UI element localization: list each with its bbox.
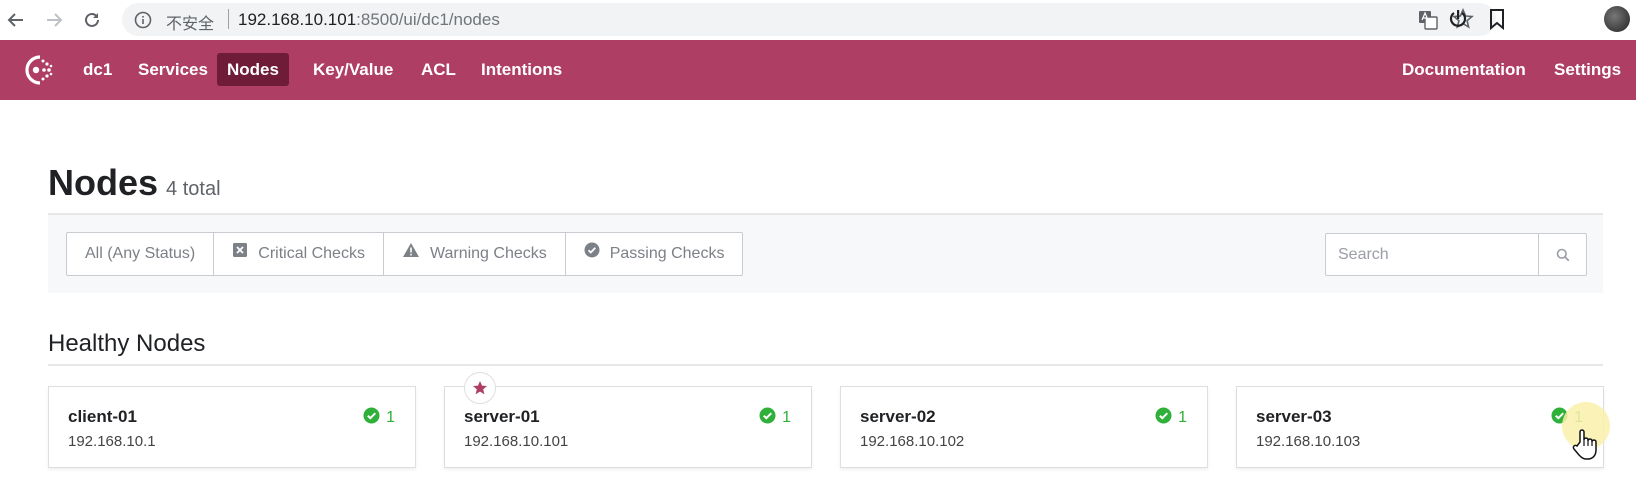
nav-services[interactable]: Services (128, 53, 218, 86)
bookmark-icon[interactable] (1488, 8, 1506, 35)
divider (228, 9, 229, 29)
passing-count: 1 (1178, 409, 1187, 426)
node-name: client-01 (68, 407, 137, 426)
leader-star-icon (464, 372, 496, 404)
node-name: server-02 (860, 407, 936, 426)
url-text[interactable]: 192.168.10.101:8500/ui/dc1/nodes (238, 10, 500, 30)
nav-settings[interactable]: Settings (1544, 53, 1631, 86)
status-filter-group: All (Any Status) Critical Checks Warning… (66, 232, 744, 276)
address-bar[interactable]: 不安全 192.168.10.101:8500/ui/dc1/nodes (122, 3, 1496, 36)
critical-icon (232, 233, 248, 275)
filter-all-label: All (Any Status) (85, 245, 196, 262)
nav-acl[interactable]: ACL (411, 53, 466, 86)
node-address: 192.168.10.102 (860, 433, 965, 450)
passing-count: 1 (782, 409, 791, 426)
check-circle-icon (1155, 407, 1172, 429)
nav-documentation[interactable]: Documentation (1392, 53, 1536, 86)
passing-count: 1 (386, 409, 395, 426)
passing-icon (584, 233, 600, 275)
warning-icon (402, 233, 420, 275)
node-address: 192.168.10.101 (464, 433, 569, 450)
node-address: 192.168.10.1 (68, 433, 156, 450)
nav-key-value[interactable]: Key/Value (303, 53, 403, 86)
node-card[interactable]: server-02 192.168.10.102 1 (840, 386, 1208, 468)
node-address: 192.168.10.103 (1256, 433, 1361, 450)
health-status: 1 (363, 407, 395, 429)
info-icon[interactable] (134, 11, 152, 34)
page-title: Nodes 4 total (48, 162, 221, 204)
health-status: 1 (1155, 407, 1187, 429)
section-title: Healthy Nodes (48, 330, 206, 357)
check-circle-icon (759, 407, 776, 429)
health-status: 1 (759, 407, 791, 429)
filter-critical-label: Critical Checks (258, 245, 365, 262)
node-count: 4 total (166, 178, 221, 200)
filter-warning[interactable]: Warning Checks (384, 233, 566, 275)
filter-bar: All (Any Status) Critical Checks Warning… (48, 215, 1603, 293)
page-heading: Nodes (48, 162, 159, 203)
nav-intentions[interactable]: Intentions (471, 53, 572, 86)
translate-icon[interactable] (1418, 10, 1438, 35)
profile-avatar[interactable] (1604, 6, 1630, 32)
node-name: server-01 (464, 407, 540, 426)
reload-icon[interactable] (78, 6, 106, 34)
app-header: dc1 Services Nodes Key/Value ACL Intenti… (0, 40, 1636, 100)
forward-icon[interactable] (40, 6, 68, 34)
filter-critical[interactable]: Critical Checks (214, 233, 384, 275)
node-card[interactable]: client-01 192.168.10.1 1 (48, 386, 416, 468)
check-circle-icon (363, 407, 380, 429)
filter-warning-label: Warning Checks (429, 245, 547, 262)
insecure-label: 不安全 (166, 14, 215, 33)
search-input[interactable] (1326, 234, 1540, 275)
filter-passing-label: Passing Checks (609, 245, 725, 262)
filter-all[interactable]: All (Any Status) (67, 233, 215, 275)
consul-logo-icon[interactable] (18, 52, 56, 88)
browser-toolbar: 不安全 192.168.10.101:8500/ui/dc1/nodes (0, 0, 1636, 40)
node-card[interactable]: server-03 192.168.10.103 1 (1236, 386, 1604, 468)
search-icon[interactable] (1538, 234, 1586, 275)
node-card[interactable]: server-01 192.168.10.101 1 (444, 372, 812, 468)
datacenter-menu[interactable]: dc1 (73, 53, 122, 86)
hand-cursor-icon (1572, 428, 1598, 465)
search-box (1325, 233, 1587, 276)
section-divider (48, 364, 1603, 366)
filter-passing[interactable]: Passing Checks (566, 233, 743, 275)
power-icon[interactable] (1448, 8, 1468, 35)
nav-nodes[interactable]: Nodes (217, 53, 289, 86)
node-name: server-03 (1256, 407, 1332, 426)
back-icon[interactable] (2, 6, 30, 34)
